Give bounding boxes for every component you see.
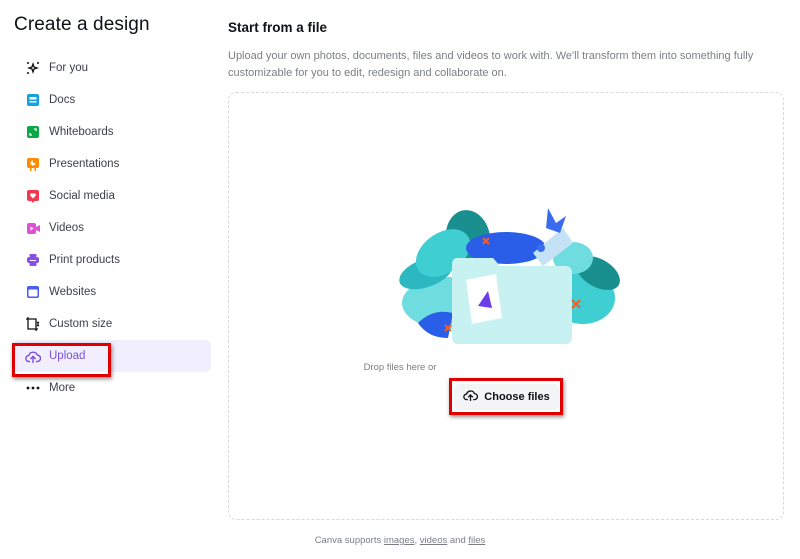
- presentation-icon: [25, 156, 41, 172]
- sidebar-item-custom-size[interactable]: Custom size: [12, 308, 211, 340]
- sidebar-item-label: Presentations: [49, 158, 120, 170]
- sidebar-item-whiteboards[interactable]: Whiteboards: [12, 116, 211, 148]
- more-dots-icon: [25, 380, 41, 396]
- sidebar-item-label: Websites: [49, 286, 97, 298]
- sidebar-item-label: Social media: [49, 190, 115, 202]
- sidebar-item-social-media[interactable]: Social media: [12, 180, 211, 212]
- sidebar-item-videos[interactable]: Videos: [12, 212, 211, 244]
- heart-icon: [25, 188, 41, 204]
- sidebar-item-label: Whiteboards: [49, 126, 114, 138]
- page-title: Create a design: [14, 14, 150, 35]
- docs-icon: [25, 92, 41, 108]
- choose-files-button[interactable]: Choose files: [454, 384, 559, 410]
- sidebar-item-print-products[interactable]: Print products: [12, 244, 211, 276]
- video-icon: [25, 220, 41, 236]
- sidebar-item-presentations[interactable]: Presentations: [12, 148, 211, 180]
- videos-link[interactable]: videos: [420, 535, 447, 546]
- drop-files-text: Drop files here or: [363, 362, 437, 373]
- printer-icon: [25, 252, 41, 268]
- section-description: Upload your own photos, documents, files…: [228, 50, 754, 79]
- sidebar-item-label: Docs: [49, 94, 76, 106]
- sparkle-icon: [25, 60, 41, 76]
- browser-icon: [25, 284, 41, 300]
- sidebar-item-label: Custom size: [49, 318, 113, 330]
- cloud-upload-icon: [463, 388, 479, 406]
- sidebar-item-label: Upload: [49, 350, 86, 362]
- supported-formats-note: Canva supports images, videos and files: [0, 535, 800, 546]
- files-link[interactable]: files: [468, 535, 485, 546]
- sidebar-item-more[interactable]: More: [12, 372, 211, 404]
- custom-size-icon: [25, 316, 41, 332]
- sidebar-item-label: Print products: [49, 254, 120, 266]
- footer-prefix: Canva supports: [314, 535, 384, 546]
- sidebar-item-websites[interactable]: Websites: [12, 276, 211, 308]
- whiteboard-icon: [25, 124, 41, 140]
- section-heading: Start from a file: [228, 20, 328, 35]
- sidebar-item-label: Videos: [49, 222, 84, 234]
- sidebar-item-for-you[interactable]: For you: [12, 52, 211, 84]
- sidebar-item-docs[interactable]: Docs: [12, 84, 211, 116]
- upload-folder-illustration: [399, 208, 620, 344]
- sidebar-nav: For you Docs Whiteboards Presentations S…: [12, 52, 211, 404]
- images-link[interactable]: images: [384, 535, 415, 546]
- footer-sep: and: [447, 535, 469, 546]
- choose-files-label: Choose files: [484, 391, 550, 403]
- sidebar-item-label: More: [49, 382, 76, 394]
- sidebar-item-label: For you: [49, 62, 88, 74]
